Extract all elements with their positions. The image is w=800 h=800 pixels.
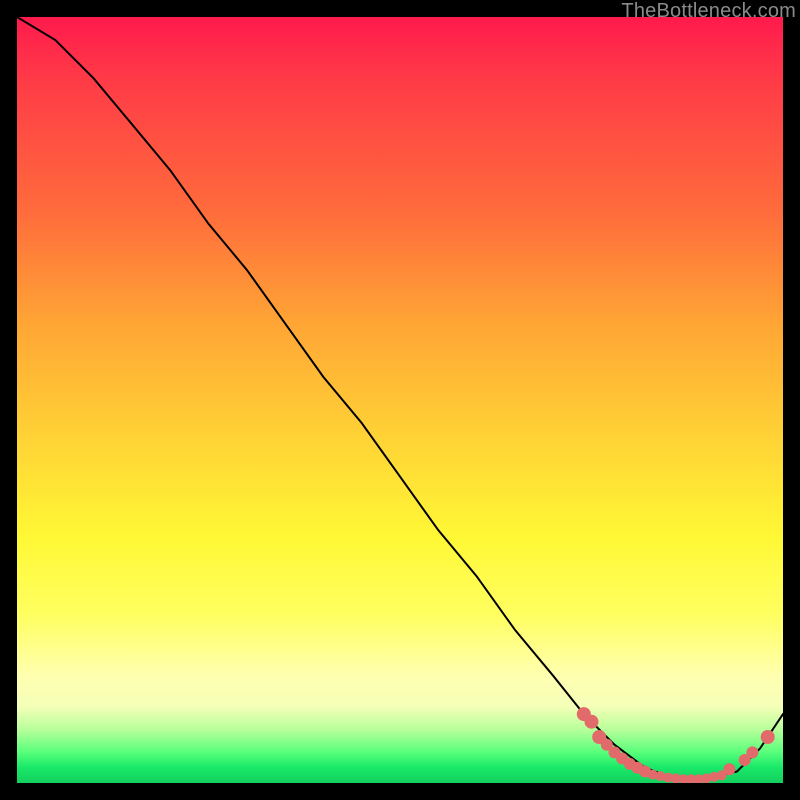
- marker-group: [577, 707, 775, 783]
- curve-layer: [17, 17, 783, 783]
- highlight-point: [585, 715, 599, 729]
- highlight-point: [717, 770, 727, 780]
- highlight-point: [592, 730, 606, 744]
- highlight-point: [639, 766, 651, 778]
- highlight-point: [577, 707, 591, 721]
- highlight-point: [761, 730, 775, 744]
- highlight-point: [632, 762, 644, 774]
- highlight-point: [601, 739, 613, 751]
- highlight-point: [671, 773, 681, 783]
- highlight-point: [678, 774, 688, 783]
- highlight-point: [648, 770, 658, 780]
- highlight-point: [686, 774, 696, 783]
- highlight-point: [609, 746, 621, 758]
- highlight-point: [739, 754, 751, 766]
- chart-stage: TheBottleneck.com: [0, 0, 800, 800]
- highlight-point: [723, 763, 735, 775]
- highlight-point: [746, 746, 758, 758]
- highlight-point: [663, 773, 673, 783]
- main-curve: [17, 17, 783, 779]
- highlight-point: [709, 772, 719, 782]
- highlight-point: [701, 773, 711, 783]
- plot-area: [17, 17, 783, 783]
- highlight-point: [655, 771, 665, 781]
- highlight-point: [616, 753, 628, 765]
- highlight-point: [624, 758, 636, 770]
- highlight-point: [694, 774, 704, 783]
